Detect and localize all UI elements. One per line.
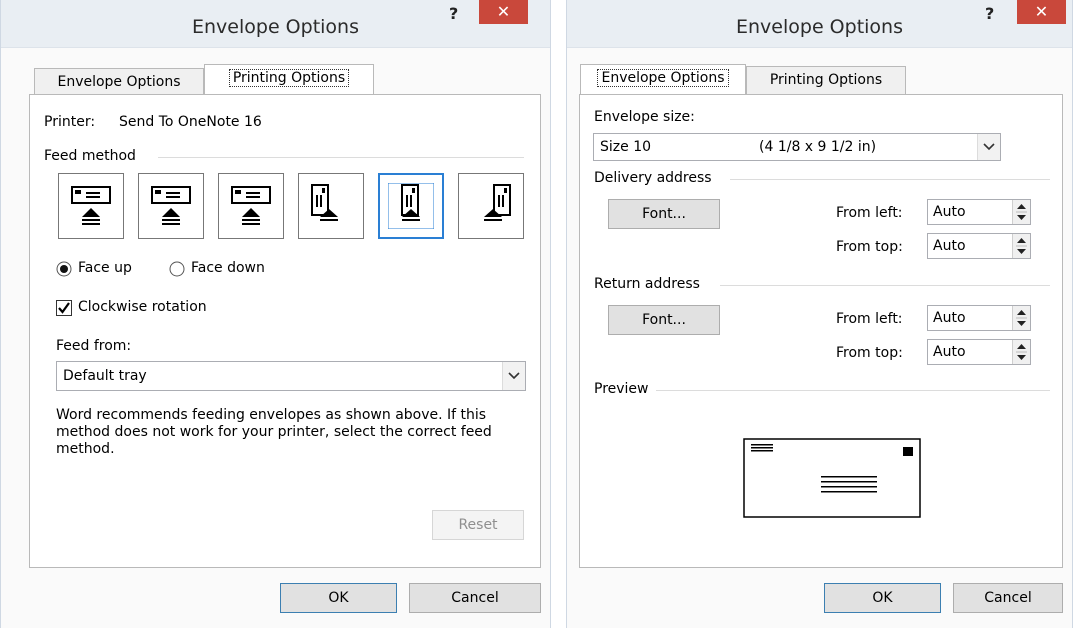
envelope-preview-image — [743, 438, 921, 518]
printing-options-panel: Printer: Send To OneNote 16 Feed method … — [29, 94, 541, 568]
tab-label: Printing Options — [228, 69, 350, 87]
envelope-options-dialog-envelope: Envelope Options ? ✕ Envelope Options Pr… — [566, 0, 1073, 628]
return-font-button[interactable]: Font... — [608, 305, 720, 335]
feed-from-value: Default tray — [63, 368, 147, 384]
ok-button[interactable]: OK — [824, 583, 941, 613]
delivery-font-button[interactable]: Font... — [608, 199, 720, 229]
close-button[interactable]: ✕ — [479, 0, 528, 24]
envelope-size-dims: (4 1/8 x 9 1/2 in) — [759, 139, 877, 155]
printer-label: Printer: — [44, 114, 96, 130]
chevron-down-icon[interactable] — [977, 134, 1000, 160]
recommendation-text: Word recommends feeding envelopes as sho… — [56, 407, 492, 457]
delivery-address-heading: Delivery address — [594, 170, 712, 186]
face-down-label: Face down — [191, 260, 265, 276]
envelope-size-name: Size 10 — [600, 139, 652, 155]
cancel-button[interactable]: Cancel — [409, 583, 541, 613]
dialog-title: Envelope Options — [736, 16, 903, 38]
envelope-size-select[interactable]: Size 10 (4 1/8 x 9 1/2 in) — [593, 133, 1001, 161]
spinner-arrows-icon[interactable] — [1012, 234, 1030, 258]
face-up-label: Face up — [78, 260, 132, 276]
printer-name: Send To OneNote 16 — [119, 114, 262, 130]
tab-label: Envelope Options — [597, 69, 729, 87]
spinner-arrows-icon[interactable] — [1012, 340, 1030, 364]
chevron-down-icon[interactable] — [502, 362, 525, 390]
return-address-heading: Return address — [594, 276, 700, 292]
feed-method-option-1[interactable] — [58, 173, 124, 239]
checkbox-checked-icon — [56, 300, 72, 316]
delivery-from-top-value: Auto — [933, 238, 966, 254]
return-from-left-value: Auto — [933, 310, 966, 326]
return-from-top-spinner[interactable]: Auto — [927, 339, 1031, 365]
group-divider — [656, 390, 1050, 391]
group-divider — [730, 179, 1050, 180]
feed-method-option-2[interactable] — [138, 173, 204, 239]
feed-method-option-3[interactable] — [218, 173, 284, 239]
group-divider — [720, 285, 1050, 286]
tab-label: Printing Options — [769, 72, 883, 88]
preview-heading: Preview — [594, 381, 649, 397]
radio-empty-icon — [169, 261, 185, 277]
delivery-from-left-spinner[interactable]: Auto — [927, 199, 1031, 225]
envelope-vertical-left-icon — [311, 184, 338, 221]
return-from-left-label: From left: — [836, 311, 903, 327]
delivery-from-top-spinner[interactable]: Auto — [927, 233, 1031, 259]
feed-from-select[interactable]: Default tray — [56, 361, 526, 391]
title-bar: Envelope Options ? ✕ — [1, 0, 550, 48]
close-button[interactable]: ✕ — [1017, 0, 1066, 24]
tab-label: Envelope Options — [57, 74, 181, 90]
help-button[interactable]: ? — [449, 4, 458, 23]
tab-printing-options[interactable]: Printing Options — [204, 64, 374, 94]
feed-method-option-4[interactable] — [298, 173, 364, 239]
feed-from-label: Feed from: — [56, 338, 132, 354]
envelope-size-label: Envelope size: — [594, 109, 695, 125]
delivery-from-top-label: From top: — [836, 239, 903, 255]
tab-envelope-options[interactable]: Envelope Options — [580, 64, 746, 94]
separator — [551, 0, 566, 628]
envelope-horizontal-center-icon — [151, 186, 191, 225]
return-from-left-spinner[interactable]: Auto — [927, 305, 1031, 331]
envelope-options-dialog-printing: Envelope Options ? ✕ Envelope Options Pr… — [0, 0, 551, 628]
envelope-horizontal-right-icon — [231, 186, 271, 225]
cancel-button[interactable]: Cancel — [953, 583, 1063, 613]
envelope-vertical-center-icon — [388, 183, 434, 229]
reset-button[interactable]: Reset — [432, 510, 524, 540]
envelope-horizontal-icon — [71, 186, 111, 225]
spinner-arrows-icon[interactable] — [1012, 306, 1030, 330]
feed-method-option-5-selected[interactable] — [378, 173, 444, 239]
return-from-top-value: Auto — [933, 344, 966, 360]
envelope-vertical-right-icon — [484, 184, 511, 221]
clockwise-rotation-label: Clockwise rotation — [78, 299, 207, 315]
feed-method-option-6[interactable] — [458, 173, 524, 239]
envelope-options-panel: Envelope size: Size 10 (4 1/8 x 9 1/2 in… — [579, 94, 1063, 568]
tab-envelope-options[interactable]: Envelope Options — [34, 68, 204, 96]
tab-printing-options[interactable]: Printing Options — [746, 66, 906, 94]
dialog-title: Envelope Options — [192, 16, 359, 38]
spinner-arrows-icon[interactable] — [1012, 200, 1030, 224]
ok-button[interactable]: OK — [280, 583, 397, 613]
group-divider — [158, 157, 524, 158]
delivery-from-left-value: Auto — [933, 204, 966, 220]
delivery-from-left-label: From left: — [836, 205, 903, 221]
radio-selected-icon — [56, 261, 72, 277]
help-button[interactable]: ? — [985, 4, 994, 23]
title-bar: Envelope Options ? ✕ — [567, 0, 1072, 48]
feed-method-heading: Feed method — [44, 148, 136, 164]
return-from-top-label: From top: — [836, 345, 903, 361]
